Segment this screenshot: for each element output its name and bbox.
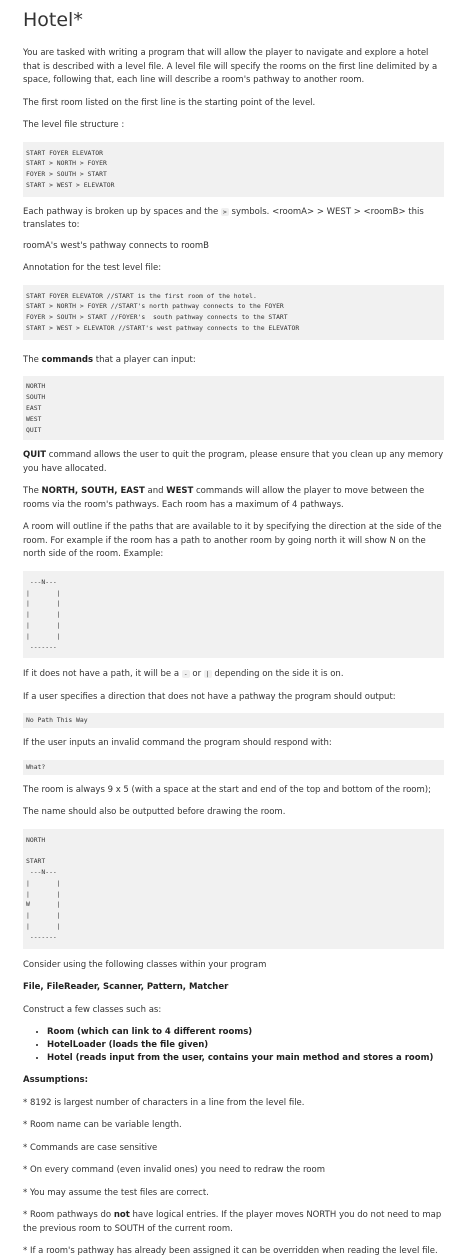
annotation-code-block: START FOYER ELEVATOR //START is the firs… — [23, 284, 444, 340]
invalid-label: If the user inputs an invalid command th… — [23, 738, 332, 749]
annotation-label: Annotation for the test level file: — [23, 263, 162, 274]
pathway-result: roomA's west's pathway connects to roomB — [23, 240, 209, 251]
classes-bold: File, FileReader, Scanner, Pattern, Matc… — [23, 982, 229, 992]
room-size-paragraph: The room is always 9 x 5 (with a space a… — [23, 784, 431, 795]
commands-paragraph: The commands that a player can input: — [23, 354, 444, 368]
construct-label: Construct a few classes such as: — [23, 1004, 162, 1015]
construct-list: Room (which can link to 4 different room… — [23, 1026, 444, 1065]
nopath-text-pre: If it does not have a path, it will be a — [23, 669, 182, 680]
dirs-bold-2: WEST — [166, 486, 194, 497]
structure-code-block: START FOYER ELEVATOR START > NORTH > FOY… — [23, 141, 444, 197]
directions-paragraph: The NORTH, SOUTH, EAST and WEST commands… — [23, 485, 444, 512]
assumption-4: * On every command (even invalid ones) y… — [23, 1165, 325, 1175]
first-room-paragraph: The first room listed on the first line … — [23, 97, 316, 108]
assumption-6: * Room pathways do not have logical entr… — [23, 1209, 444, 1236]
nopath-text-post: depending on the side it is on. — [211, 669, 344, 680]
nopath-output-code-block: No Path This Way — [23, 713, 444, 729]
nopath-pipe: | — [203, 670, 212, 679]
assumption-7: * If a room's pathway has already been a… — [23, 1246, 438, 1256]
dirs-text-pre: The — [23, 486, 42, 497]
outline-paragraph: A room will outline if the paths that ar… — [23, 522, 442, 560]
assume6-text-pre: * Room pathways do — [23, 1210, 114, 1220]
assumptions-bold: Assumptions: — [23, 1075, 89, 1085]
assumption-5: * You may assume the test files are corr… — [23, 1187, 209, 1198]
classes-bold-paragraph: File, FileReader, Scanner, Pattern, Matc… — [23, 981, 444, 995]
room-example-code-block: ---N--- | | | | | | | | | | ------- — [23, 570, 444, 659]
commands-code-block: NORTH SOUTH EAST WEST QUIT — [23, 376, 444, 441]
quit-bold: QUIT — [23, 450, 47, 461]
quit-text: command allows the user to quit the prog… — [23, 450, 444, 474]
invalid-code-block: What? — [23, 759, 444, 775]
assumption-2: * Room name can be variable length. — [23, 1120, 182, 1130]
dirs-text-and: and — [144, 486, 167, 497]
commands-bold: commands — [41, 354, 94, 365]
nopath-text-or: or — [189, 669, 204, 680]
draw-example-code-block: NORTH START ---N--- | | | | W | | | | | … — [23, 828, 444, 949]
nopath-paragraph: If it does not have a path, it will be a… — [23, 668, 444, 682]
quit-paragraph: QUIT command allows the user to quit the… — [23, 449, 444, 476]
pathway-text-pre: Each pathway is broken up by spaces and … — [23, 206, 221, 217]
assumption-3: * Commands are case sensitive — [23, 1142, 158, 1153]
dirs-bold-1: NORTH, SOUTH, EAST — [41, 486, 145, 497]
page-title: Hotel* — [23, 9, 83, 31]
assume6-bold: not — [113, 1210, 130, 1220]
pathway-paragraph: Each pathway is broken up by spaces and … — [23, 206, 444, 233]
assumption-1: * 8192 is largest number of characters i… — [23, 1097, 305, 1108]
intro-paragraph: You are tasked with writing a program th… — [23, 48, 438, 85]
commands-text-post: that a player can input: — [93, 354, 196, 365]
structure-label: The level file structure : — [23, 120, 125, 130]
assumptions-label: Assumptions: — [23, 1074, 444, 1088]
list-item: Hotel (reads input from the user, contai… — [47, 1052, 444, 1065]
list-item: Room (which can link to 4 different room… — [47, 1026, 444, 1039]
room-name-paragraph: The name should also be outputted before… — [23, 807, 286, 818]
pathway-symbol: > — [220, 207, 229, 216]
classes-label: Consider using the following classes wit… — [23, 959, 267, 970]
list-item: HotelLoader (loads the file given) — [47, 1039, 444, 1052]
document: Hotel* You are tasked with writing a pro… — [0, 0, 464, 1259]
nopath-output-label: If a user specifies a direction that doe… — [23, 691, 396, 702]
commands-text-pre: The — [23, 354, 42, 365]
nopath-dash: - — [181, 670, 190, 679]
